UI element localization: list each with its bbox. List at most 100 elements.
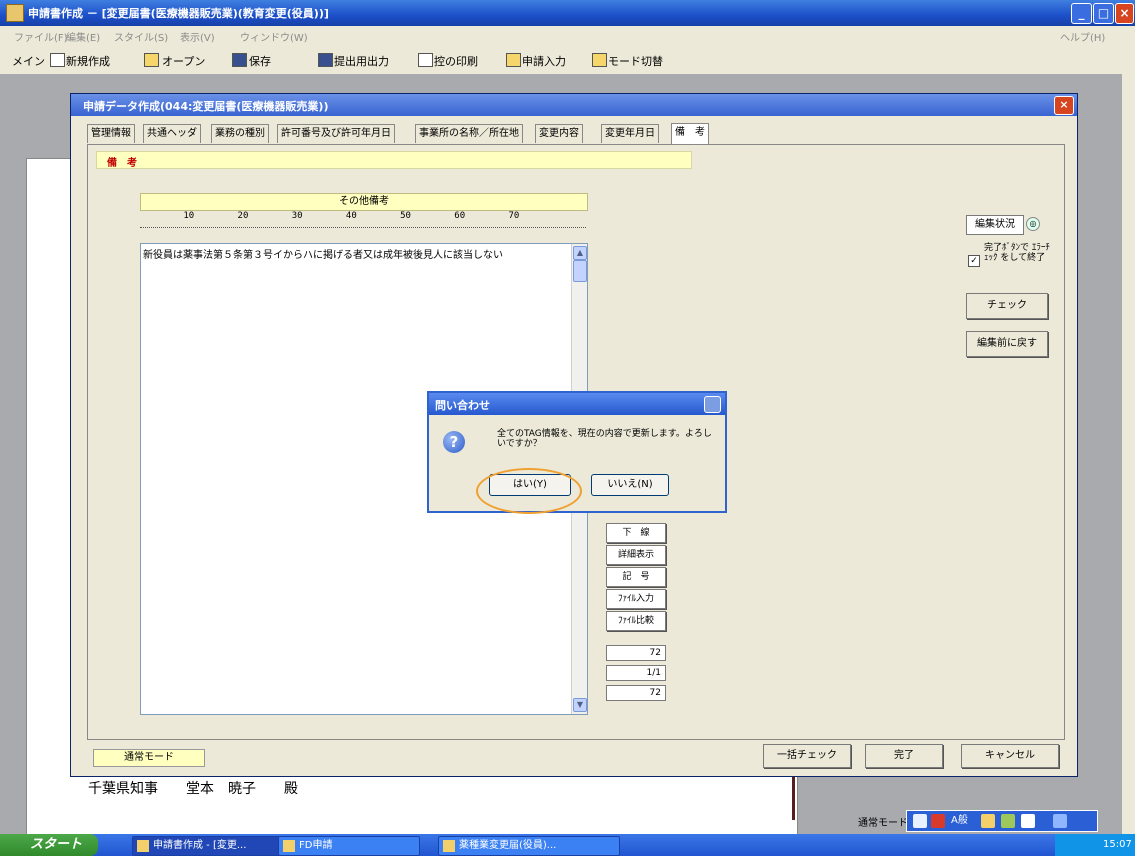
tab-change-date[interactable]: 変更年月日 bbox=[601, 124, 659, 143]
max-char-box: 72 bbox=[606, 685, 666, 701]
document-task-icon bbox=[443, 840, 455, 852]
new-file-icon bbox=[50, 53, 65, 67]
tab-permit-number[interactable]: 許可番号及び許可年月日 bbox=[277, 124, 395, 143]
toolbar-application-input[interactable]: 申請入力 bbox=[522, 53, 566, 69]
bulk-check-button[interactable]: 一括チェック bbox=[763, 744, 851, 768]
mode-indicator: 通常モード bbox=[93, 749, 205, 767]
app-task-icon bbox=[137, 840, 149, 852]
file-compare-button[interactable]: ﾌｧｲﾙ比較 bbox=[606, 611, 666, 631]
section-label-bar: 備 考 bbox=[96, 151, 692, 169]
section-label: 備 考 bbox=[107, 158, 137, 169]
print-icon bbox=[418, 53, 433, 67]
symbol-button[interactable]: 記 号 bbox=[606, 567, 666, 587]
tab-change-content[interactable]: 変更内容 bbox=[535, 124, 583, 143]
ime-options-icon[interactable] bbox=[1053, 814, 1067, 828]
tab-office-name[interactable]: 事業所の名称／所在地 bbox=[415, 124, 523, 143]
ime-pen-icon[interactable] bbox=[931, 814, 945, 828]
menu-edit[interactable]: 編集(E) bbox=[66, 29, 100, 44]
error-check-label: 完了ﾎﾞﾀﾝで ｴﾗｰﾁｪｯｸ をして終了 bbox=[984, 243, 1050, 263]
tab-common-header[interactable]: 共通ヘッダ bbox=[143, 124, 201, 143]
file-input-button[interactable]: ﾌｧｲﾙ入力 bbox=[606, 589, 666, 609]
cancel-button[interactable]: キャンセル bbox=[961, 744, 1059, 768]
folder-open-icon bbox=[144, 53, 159, 67]
toolbar-new[interactable]: 新規作成 bbox=[66, 53, 110, 69]
toolbar-save[interactable]: 保存 bbox=[249, 53, 271, 69]
ime-tools-icon[interactable] bbox=[981, 814, 995, 828]
menu-view[interactable]: 表示(V) bbox=[180, 29, 215, 44]
toolbar-print-copy[interactable]: 控の印刷 bbox=[434, 53, 478, 69]
taskbar-item-app[interactable]: 申請書作成 - [変更... bbox=[132, 836, 280, 856]
taskbar-item-fd-label: FD申請 bbox=[299, 840, 333, 851]
toolbar-main[interactable]: メイン bbox=[12, 53, 45, 69]
folder-icon bbox=[283, 840, 295, 852]
taskbar-item-app-label: 申請書作成 - [変更... bbox=[153, 840, 247, 851]
menu-file[interactable]: ファイル(F) bbox=[14, 29, 68, 44]
char-count-box: 72 bbox=[606, 645, 666, 661]
detail-view-button[interactable]: 詳細表示 bbox=[606, 545, 666, 565]
taskbar-item-fd[interactable]: FD申請 bbox=[278, 836, 420, 856]
application-input-icon bbox=[506, 53, 521, 67]
data-entry-title-bar: 申請データ作成(044:変更届書(医療機器販売業)) × bbox=[71, 94, 1077, 116]
start-label: スタート bbox=[30, 837, 83, 852]
dialog-close-button[interactable] bbox=[704, 396, 721, 413]
page-count-box: 1/1 bbox=[606, 665, 666, 681]
field-header: その他備考 bbox=[140, 193, 588, 211]
column-ruler: 10 20 30 40 50 60 70 bbox=[140, 211, 586, 233]
status-indicator-icon: ◎ bbox=[1026, 217, 1040, 231]
taskbar-item-doc[interactable]: 薬種業変更届(役員)... bbox=[438, 836, 620, 856]
toolbar: メイン 新規作成 オープン 保存 提出用出力 控の印刷 申請入力 モード切替 bbox=[0, 46, 1135, 75]
ime-mode-label: 通常モード bbox=[858, 818, 908, 829]
clock: 15:07 bbox=[1103, 839, 1132, 850]
toolbar-submit-output[interactable]: 提出用出力 bbox=[334, 53, 389, 69]
dialog-title-bar: 問い合わせ bbox=[429, 393, 725, 415]
scroll-down-icon[interactable]: ▼ bbox=[573, 698, 587, 712]
data-entry-title: 申請データ作成(044:変更届書(医療機器販売業)) bbox=[83, 100, 329, 113]
start-button[interactable]: スタート bbox=[0, 834, 98, 856]
highlight-circle bbox=[476, 468, 582, 514]
data-entry-close-button[interactable]: × bbox=[1054, 96, 1074, 115]
ime-input-mode[interactable]: A般 bbox=[951, 814, 977, 828]
check-button[interactable]: チェック bbox=[966, 293, 1048, 319]
error-check-checkbox[interactable]: ✓ bbox=[968, 255, 980, 267]
tab-business-type[interactable]: 業務の種別 bbox=[211, 124, 269, 143]
menu-window[interactable]: ウィンドウ(W) bbox=[240, 29, 308, 44]
close-button[interactable]: × bbox=[1115, 3, 1134, 24]
revert-edit-button[interactable]: 編集前に戻す bbox=[966, 331, 1048, 357]
ruler-numbers: 10 20 30 40 50 60 70 bbox=[140, 211, 520, 221]
done-button[interactable]: 完了 bbox=[865, 744, 943, 768]
minimize-button[interactable]: _ bbox=[1071, 3, 1092, 24]
toolbar-mode-switch[interactable]: モード切替 bbox=[608, 53, 663, 69]
remarks-text: 新役員は薬事法第５条第３号イからハに掲げる者又は成年被後見人に該当しない bbox=[143, 250, 503, 261]
document-signature: 千葉県知事 堂本 暁子 殿 bbox=[88, 781, 298, 797]
menu-style[interactable]: スタイル(S) bbox=[114, 29, 168, 44]
scroll-thumb[interactable] bbox=[573, 260, 587, 282]
output-icon bbox=[318, 53, 333, 67]
no-button[interactable]: いいえ(N) bbox=[591, 474, 669, 496]
ime-dictionary-icon[interactable] bbox=[1001, 814, 1015, 828]
save-icon bbox=[232, 53, 247, 67]
menu-bar: ファイル(F) 編集(E) スタイル(S) 表示(V) ウィンドウ(W) ヘルプ… bbox=[0, 26, 1135, 46]
dialog-title: 問い合わせ bbox=[435, 399, 490, 412]
ime-menu-icon[interactable] bbox=[913, 814, 927, 828]
document-vertical-scrollbar[interactable] bbox=[1122, 74, 1135, 834]
taskbar: スタート 申請書作成 - [変更... FD申請 薬種業変更届(役員)... 1… bbox=[0, 834, 1135, 856]
tab-management-info[interactable]: 管理情報 bbox=[87, 124, 135, 143]
app-icon bbox=[6, 4, 24, 22]
app-title-bar: 申請書作成 － [変更届書(医療機器販売業)(教育変更(役員))] _ □ × bbox=[0, 0, 1135, 26]
edit-status-label: 編集状況 bbox=[966, 215, 1024, 235]
maximize-button[interactable]: □ bbox=[1093, 3, 1114, 24]
question-icon: ? bbox=[443, 431, 465, 453]
toolbar-open[interactable]: オープン bbox=[162, 53, 205, 69]
tab-remarks[interactable]: 備 考 bbox=[671, 123, 709, 144]
ruler-ticks bbox=[140, 221, 586, 228]
underline-button[interactable]: 下 線 bbox=[606, 523, 666, 543]
mode-switch-icon bbox=[592, 53, 607, 67]
taskbar-item-doc-label: 薬種業変更届(役員)... bbox=[459, 840, 557, 851]
ime-help-icon[interactable] bbox=[1021, 814, 1035, 828]
menu-help[interactable]: ヘルプ(H) bbox=[1060, 29, 1105, 44]
system-tray: 15:07 bbox=[1055, 834, 1135, 856]
ime-toolbar: A般 bbox=[906, 810, 1098, 832]
app-title: 申請書作成 － [変更届書(医療機器販売業)(教育変更(役員))] bbox=[28, 7, 329, 20]
dialog-message: 全てのTAG情報を、現在の内容で更新します。よろしいですか？ bbox=[497, 429, 712, 449]
scroll-up-icon[interactable]: ▲ bbox=[573, 246, 587, 260]
